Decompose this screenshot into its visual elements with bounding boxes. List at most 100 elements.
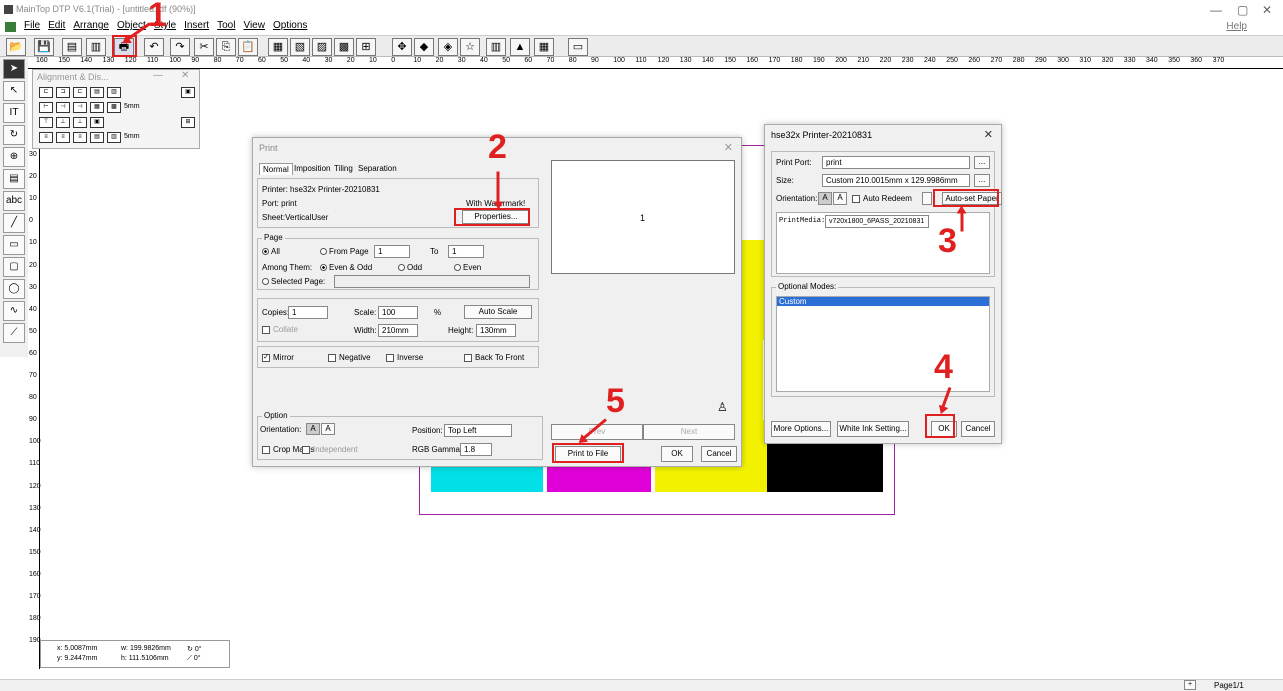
line-tool-icon[interactable]: ╱	[3, 213, 25, 233]
align-middle-icon[interactable]: ⊥	[56, 117, 70, 128]
align-center-icon[interactable]: ⊐	[56, 87, 70, 98]
independent-checkbox[interactable]: Independent	[302, 445, 358, 454]
scale-input[interactable]: 100	[378, 306, 418, 319]
menu-help[interactable]: Help	[1226, 21, 1247, 32]
minimize-icon[interactable]: —	[1210, 3, 1222, 17]
redo-icon[interactable]: ↷	[170, 38, 190, 56]
inverse-checkbox[interactable]: Inverse	[386, 353, 423, 362]
radio-all[interactable]: All	[262, 247, 280, 256]
pen-tool-icon[interactable]: ⟋	[3, 323, 25, 343]
open-icon[interactable]: 📂	[6, 38, 26, 56]
auto-scale-button[interactable]: Auto Scale	[464, 305, 532, 319]
negative-checkbox[interactable]: Negative	[328, 353, 371, 362]
star-icon[interactable]: ☆	[460, 38, 480, 56]
add-page-icon[interactable]: +	[1184, 680, 1196, 690]
print-port-select[interactable]: print	[822, 156, 970, 169]
distribute-left-icon[interactable]: ⊢	[39, 102, 53, 113]
page-tool-icon[interactable]: ▤	[3, 169, 25, 189]
radio-from-page[interactable]: From Page	[320, 247, 369, 256]
mirror-checkbox[interactable]: ✓ Mirror	[262, 353, 294, 362]
align-bottom-icon[interactable]: ⊥	[73, 117, 87, 128]
text-flow-icon[interactable]: ▧	[290, 38, 310, 56]
import-icon[interactable]: ▤	[62, 38, 82, 56]
move-icon[interactable]: ✥	[392, 38, 412, 56]
print-ok-button[interactable]: OK	[661, 446, 693, 462]
to-page-input[interactable]: 1	[448, 245, 484, 258]
maximize-icon[interactable]: ▢	[1237, 3, 1248, 17]
copy-icon[interactable]: ⎘	[216, 38, 236, 56]
align-size-icon[interactable]: ▣	[90, 117, 104, 128]
distribute-equal-icon[interactable]: ▩	[107, 102, 121, 113]
select-tool-icon[interactable]: ➤	[3, 59, 25, 79]
rect-tool-icon[interactable]: ▭	[3, 235, 25, 255]
align-height-icon[interactable]: ▥	[107, 87, 121, 98]
position-select[interactable]: Top Left	[444, 424, 512, 437]
radio-even[interactable]: Even	[454, 263, 481, 272]
size-more-button[interactable]: ...	[974, 174, 990, 187]
abc-tool-icon[interactable]: abc	[3, 191, 25, 211]
text-frame-icon[interactable]: ▦	[268, 38, 288, 56]
print-cancel-button[interactable]: Cancel	[701, 446, 737, 462]
print-media-select[interactable]: v720x1800_6PASS_20210831	[825, 215, 929, 228]
grid-icon[interactable]: ▦	[534, 38, 554, 56]
radio-even-odd[interactable]: Even & Odd	[320, 263, 372, 272]
undo-icon[interactable]: ↶	[144, 38, 164, 56]
redeem-more-button[interactable]	[922, 192, 932, 205]
menu-item-options[interactable]: Options	[273, 20, 307, 31]
print-dialog-close-icon[interactable]: ✕	[724, 141, 733, 154]
back-to-front-checkbox[interactable]: Back To Front	[464, 353, 524, 362]
menu-item-file[interactable]: File	[24, 20, 40, 31]
fill-icon[interactable]: ◈	[438, 38, 458, 56]
distribute-top-icon[interactable]: ≡	[39, 132, 53, 143]
next-button[interactable]: Next	[643, 424, 735, 440]
print-port-more-button[interactable]: ...	[974, 156, 990, 169]
radio-odd[interactable]: Odd	[398, 263, 422, 272]
close-icon[interactable]: ✕	[1262, 3, 1272, 17]
landscape-icon[interactable]: A	[321, 423, 335, 435]
distribute-right-icon[interactable]: ⊣	[73, 102, 87, 113]
distribute-space-icon[interactable]: ▦	[90, 102, 104, 113]
tab-tiling[interactable]: Tiling	[331, 163, 356, 174]
mode-item-custom[interactable]: Custom	[777, 297, 989, 306]
table-icon[interactable]: ⊞	[356, 38, 376, 56]
portrait-icon[interactable]: A	[306, 423, 320, 435]
distribute-bottom-icon[interactable]: ≡	[73, 132, 87, 143]
menu-item-arrange[interactable]: Arrange	[73, 20, 109, 31]
cut-icon[interactable]: ✂	[194, 38, 214, 56]
palette-minimize-icon[interactable]: —	[153, 70, 163, 81]
menu-item-view[interactable]: View	[243, 20, 265, 31]
preview-icon[interactable]: ▭	[568, 38, 588, 56]
ellipse-tool-icon[interactable]: ◯	[3, 279, 25, 299]
align-apply-icon[interactable]: ▣	[181, 87, 195, 98]
tab-normal[interactable]: Normal	[259, 163, 293, 175]
palette-close-icon[interactable]: ✕	[181, 70, 189, 81]
printer-cancel-button[interactable]: Cancel	[961, 421, 995, 437]
align-left-icon[interactable]: ⊏	[39, 87, 53, 98]
white-ink-setting-button[interactable]: White Ink Setting...	[837, 421, 909, 437]
more-options-button[interactable]: More Options...	[771, 421, 831, 437]
image-icon[interactable]: ▲	[510, 38, 530, 56]
printer-dialog-close-icon[interactable]: ✕	[984, 128, 993, 141]
export-icon[interactable]: ▥	[86, 38, 106, 56]
distribute-center-icon[interactable]: ⊣	[56, 102, 70, 113]
tab-imposition[interactable]: Imposition	[291, 163, 333, 174]
align-right-icon[interactable]: ⊏	[73, 87, 87, 98]
menu-item-tool[interactable]: Tool	[217, 20, 235, 31]
rgb-gamma-input[interactable]: 1.8	[460, 443, 492, 456]
align-top-icon[interactable]: ⊤	[39, 117, 53, 128]
distribute-middle-icon[interactable]: ≡	[56, 132, 70, 143]
menu-item-insert[interactable]: Insert	[184, 20, 209, 31]
layout-icon[interactable]: ▨	[312, 38, 332, 56]
distribute-vequal-icon[interactable]: ▥	[107, 132, 121, 143]
align-width-icon[interactable]: ▤	[90, 87, 104, 98]
barcode-icon[interactable]: ▥	[486, 38, 506, 56]
node-tool-icon[interactable]: ↖	[3, 81, 25, 101]
auto-redeem-checkbox[interactable]: Auto Redeem	[852, 194, 912, 203]
align-apply-2-icon[interactable]: ⊞	[181, 117, 195, 128]
radio-selected-page[interactable]: Selected Page:	[262, 277, 325, 286]
zoom-tool-icon[interactable]: ⊕	[3, 147, 25, 167]
curve-tool-icon[interactable]: ∿	[3, 301, 25, 321]
collate-checkbox[interactable]: Collate	[262, 325, 298, 334]
color-icon[interactable]: ◆	[414, 38, 434, 56]
tab-separation[interactable]: Separation	[355, 163, 400, 174]
